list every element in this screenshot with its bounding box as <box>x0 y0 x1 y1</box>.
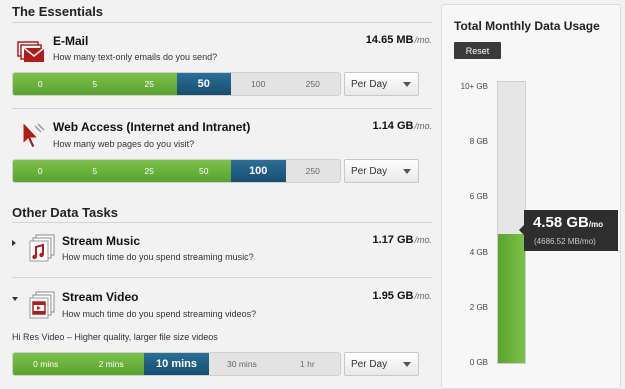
axis-tick-label: 10+ GB <box>460 82 488 91</box>
email-slider-option[interactable]: 5 <box>67 73 122 95</box>
axis-tick-label: 0 GB <box>469 358 488 367</box>
web-title: Web Access (Internet and Intranet) <box>53 120 251 134</box>
web-slider-option[interactable]: 0 <box>13 160 68 182</box>
chevron-down-icon <box>403 82 411 87</box>
email-question: How many text-only emails do you send? <box>53 52 218 62</box>
axis-tick-label: 8 GB <box>469 137 488 147</box>
web-slider-option[interactable]: 100 <box>231 160 286 182</box>
music-amount: 1.17 GB/mo. <box>372 234 432 246</box>
panel-title: Total Monthly Data Usage <box>454 19 600 33</box>
web-slider-option[interactable]: 250 <box>286 160 341 182</box>
music-question: How much time do you spend streaming mus… <box>62 252 254 262</box>
web-slider-option[interactable]: 25 <box>122 160 177 182</box>
video-amount: 1.95 GB/mo. <box>372 290 432 302</box>
section-title-essentials: The Essentials <box>12 4 104 19</box>
divider <box>12 222 432 223</box>
expand-music-toggle[interactable] <box>12 240 16 246</box>
web-slider-option[interactable]: 50 <box>176 160 231 182</box>
video-slider-option[interactable]: 10 mins <box>143 353 210 375</box>
email-amount: 14.65 MB/mo. <box>365 34 432 46</box>
axis-tick-label: 4 GB <box>469 247 488 257</box>
music-icon <box>28 232 58 262</box>
total-usage-panel: Total Monthly Data Usage Reset 10+ GB 8 G… <box>441 4 621 389</box>
email-slider-option[interactable]: 250 <box>286 73 341 95</box>
music-title: Stream Music <box>62 234 141 248</box>
web-question: How many web pages do you visit? <box>53 139 195 149</box>
data-tasks-column: The Essentials E-Mail How many text-only… <box>12 0 432 389</box>
chevron-down-icon <box>403 169 411 174</box>
divider <box>12 277 432 278</box>
total-usage-callout: 4.58 GB/mo (4686.52 MB/mo) <box>519 210 618 251</box>
email-title: E-Mail <box>53 34 89 48</box>
usage-meter <box>497 81 526 364</box>
total-usage-value: 4.58 GB/mo <box>533 214 604 231</box>
email-period-select[interactable]: Per Day <box>344 72 419 96</box>
usage-meter-fill <box>498 234 525 363</box>
web-amount: 1.14 GB/mo. <box>372 120 432 132</box>
axis-tick-label: 2 GB <box>469 302 488 312</box>
hires-video-label: Hi Res Video – Higher quality, larger fi… <box>12 332 218 342</box>
divider <box>12 22 432 23</box>
total-usage-mb: (4686.52 MB/mo) <box>534 237 596 246</box>
video-slider[interactable]: 0 mins 2 mins 10 mins 30 mins 1 hr <box>12 352 341 376</box>
video-slider-option[interactable]: 30 mins <box>209 353 274 375</box>
email-slider[interactable]: 0 5 25 50 100 250 <box>12 72 341 96</box>
email-slider-option[interactable]: 50 <box>176 73 231 95</box>
video-slider-option[interactable]: 2 mins <box>78 353 144 375</box>
cursor-icon <box>19 120 49 150</box>
email-slider-option[interactable]: 25 <box>122 73 177 95</box>
video-slider-option[interactable]: 0 mins <box>13 353 79 375</box>
email-slider-option[interactable]: 100 <box>231 73 286 95</box>
video-title: Stream Video <box>62 290 139 304</box>
chevron-down-icon <box>403 362 411 367</box>
video-slider-option[interactable]: 1 hr <box>275 353 340 375</box>
video-period-select[interactable]: Per Day <box>344 352 419 376</box>
divider <box>12 108 432 109</box>
web-period-select[interactable]: Per Day <box>344 159 419 183</box>
section-title-other: Other Data Tasks <box>12 205 118 220</box>
video-question: How much time do you spend streaming vid… <box>62 309 257 319</box>
web-slider[interactable]: 0 5 25 50 100 250 <box>12 159 341 183</box>
email-slider-option[interactable]: 0 <box>13 73 68 95</box>
collapse-video-toggle[interactable] <box>12 297 18 301</box>
email-icon <box>16 34 46 64</box>
reset-button[interactable]: Reset <box>454 42 501 59</box>
video-icon <box>28 289 58 319</box>
web-slider-option[interactable]: 5 <box>67 160 122 182</box>
axis-tick-label: 6 GB <box>469 192 488 202</box>
